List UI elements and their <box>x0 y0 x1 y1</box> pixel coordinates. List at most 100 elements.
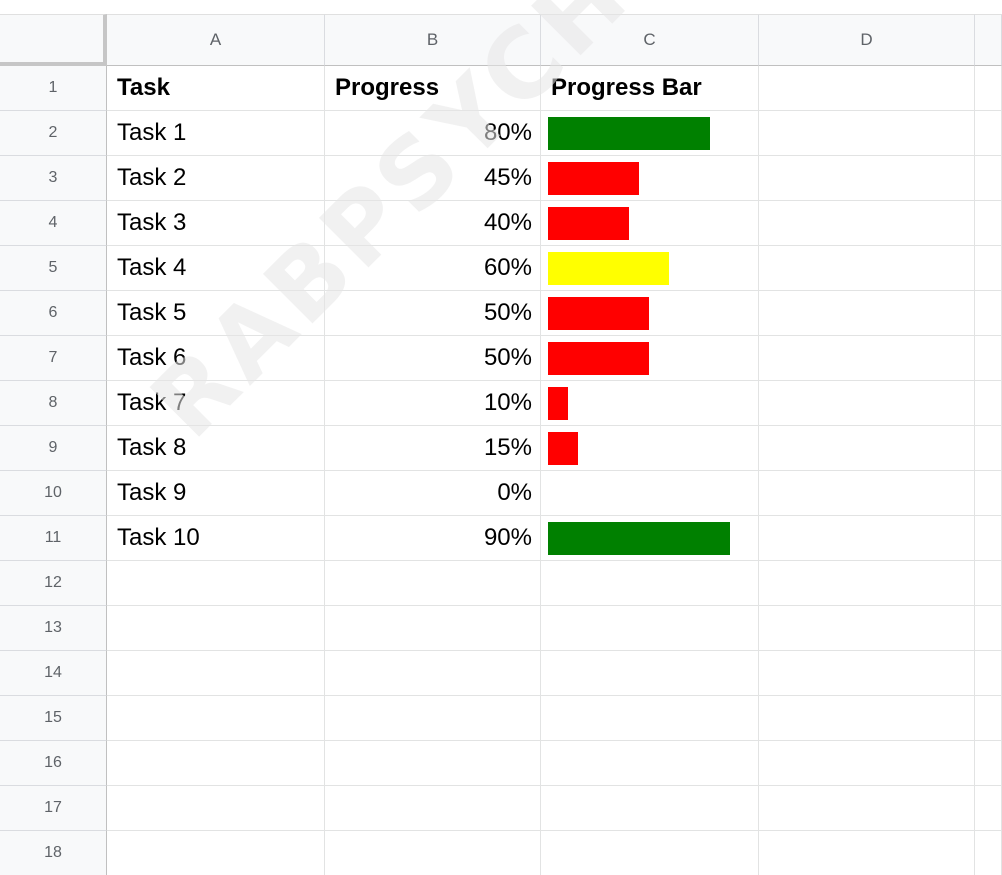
empty-cell[interactable] <box>325 651 541 696</box>
progress-cell[interactable]: 50% <box>325 336 541 381</box>
empty-cell[interactable] <box>975 561 1002 606</box>
row-header[interactable]: 8 <box>0 381 107 426</box>
empty-cell[interactable] <box>541 741 759 786</box>
empty-cell[interactable] <box>541 561 759 606</box>
progress-cell[interactable]: 40% <box>325 201 541 246</box>
progress-cell[interactable]: 50% <box>325 291 541 336</box>
progress-cell[interactable]: 80% <box>325 111 541 156</box>
progress-bar-cell[interactable] <box>541 246 759 291</box>
select-all-corner[interactable] <box>0 14 107 66</box>
empty-cell[interactable] <box>759 516 975 561</box>
empty-cell[interactable] <box>975 471 1002 516</box>
empty-cell[interactable] <box>325 831 541 875</box>
progress-bar-cell[interactable] <box>541 156 759 201</box>
row-header[interactable]: 9 <box>0 426 107 471</box>
row-header[interactable]: 10 <box>0 471 107 516</box>
row-header[interactable]: 2 <box>0 111 107 156</box>
empty-cell[interactable] <box>759 606 975 651</box>
row-header[interactable]: 7 <box>0 336 107 381</box>
row-header[interactable]: 18 <box>0 831 107 875</box>
column-header-d[interactable]: D <box>759 14 975 66</box>
row-header[interactable]: 3 <box>0 156 107 201</box>
row-header[interactable]: 15 <box>0 696 107 741</box>
progress-bar-cell[interactable] <box>541 291 759 336</box>
empty-cell[interactable] <box>759 651 975 696</box>
empty-cell[interactable] <box>325 561 541 606</box>
empty-cell[interactable] <box>759 291 975 336</box>
row-header[interactable]: 5 <box>0 246 107 291</box>
empty-cell[interactable] <box>541 651 759 696</box>
task-cell[interactable]: Task 8 <box>107 426 325 471</box>
empty-cell[interactable] <box>107 741 325 786</box>
progress-cell[interactable]: 90% <box>325 516 541 561</box>
progress-bar-cell[interactable] <box>541 336 759 381</box>
empty-cell[interactable] <box>759 201 975 246</box>
progress-bar-cell[interactable] <box>541 381 759 426</box>
empty-cell[interactable] <box>975 786 1002 831</box>
empty-cell[interactable] <box>975 201 1002 246</box>
empty-cell[interactable] <box>975 651 1002 696</box>
empty-cell[interactable] <box>759 111 975 156</box>
task-cell[interactable]: Task 7 <box>107 381 325 426</box>
empty-cell[interactable] <box>759 696 975 741</box>
empty-cell[interactable] <box>975 426 1002 471</box>
empty-cell[interactable] <box>107 786 325 831</box>
empty-cell[interactable] <box>975 381 1002 426</box>
column-header-e[interactable] <box>975 14 1002 66</box>
empty-cell[interactable] <box>107 561 325 606</box>
row-header[interactable]: 17 <box>0 786 107 831</box>
empty-cell[interactable] <box>541 786 759 831</box>
empty-cell[interactable] <box>759 426 975 471</box>
column-header-c[interactable]: C <box>541 14 759 66</box>
empty-cell[interactable] <box>325 741 541 786</box>
empty-cell[interactable] <box>541 831 759 875</box>
empty-cell[interactable] <box>975 606 1002 651</box>
empty-cell[interactable] <box>325 786 541 831</box>
empty-cell[interactable] <box>759 741 975 786</box>
task-cell[interactable]: Task 10 <box>107 516 325 561</box>
empty-cell[interactable] <box>975 696 1002 741</box>
empty-cell[interactable] <box>107 651 325 696</box>
empty-cell[interactable] <box>759 561 975 606</box>
empty-cell[interactable] <box>325 606 541 651</box>
empty-cell[interactable] <box>759 336 975 381</box>
row-header[interactable]: 4 <box>0 201 107 246</box>
empty-cell[interactable] <box>759 156 975 201</box>
column-header-b[interactable]: B <box>325 14 541 66</box>
progress-cell[interactable]: 15% <box>325 426 541 471</box>
row-header[interactable]: 11 <box>0 516 107 561</box>
empty-cell[interactable] <box>975 246 1002 291</box>
empty-cell[interactable] <box>107 606 325 651</box>
empty-cell[interactable] <box>759 246 975 291</box>
empty-cell[interactable] <box>759 381 975 426</box>
empty-cell[interactable] <box>325 696 541 741</box>
cell-a1[interactable]: Task <box>107 66 325 111</box>
progress-bar-cell[interactable] <box>541 516 759 561</box>
empty-cell[interactable] <box>541 696 759 741</box>
empty-cell[interactable] <box>975 516 1002 561</box>
progress-bar-cell[interactable] <box>541 201 759 246</box>
column-header-a[interactable]: A <box>107 14 325 66</box>
cell-e1[interactable] <box>975 66 1002 111</box>
row-header[interactable]: 13 <box>0 606 107 651</box>
task-cell[interactable]: Task 4 <box>107 246 325 291</box>
empty-cell[interactable] <box>759 831 975 875</box>
row-header[interactable]: 16 <box>0 741 107 786</box>
progress-cell[interactable]: 45% <box>325 156 541 201</box>
progress-bar-cell[interactable] <box>541 471 759 516</box>
empty-cell[interactable] <box>975 741 1002 786</box>
empty-cell[interactable] <box>975 831 1002 875</box>
empty-cell[interactable] <box>759 471 975 516</box>
task-cell[interactable]: Task 6 <box>107 336 325 381</box>
cell-b1[interactable]: Progress <box>325 66 541 111</box>
task-cell[interactable]: Task 2 <box>107 156 325 201</box>
progress-bar-cell[interactable] <box>541 111 759 156</box>
empty-cell[interactable] <box>107 696 325 741</box>
progress-cell[interactable]: 0% <box>325 471 541 516</box>
cell-d1[interactable] <box>759 66 975 111</box>
empty-cell[interactable] <box>107 831 325 875</box>
empty-cell[interactable] <box>541 606 759 651</box>
progress-bar-cell[interactable] <box>541 426 759 471</box>
task-cell[interactable]: Task 3 <box>107 201 325 246</box>
cell-c1[interactable]: Progress Bar <box>541 66 759 111</box>
